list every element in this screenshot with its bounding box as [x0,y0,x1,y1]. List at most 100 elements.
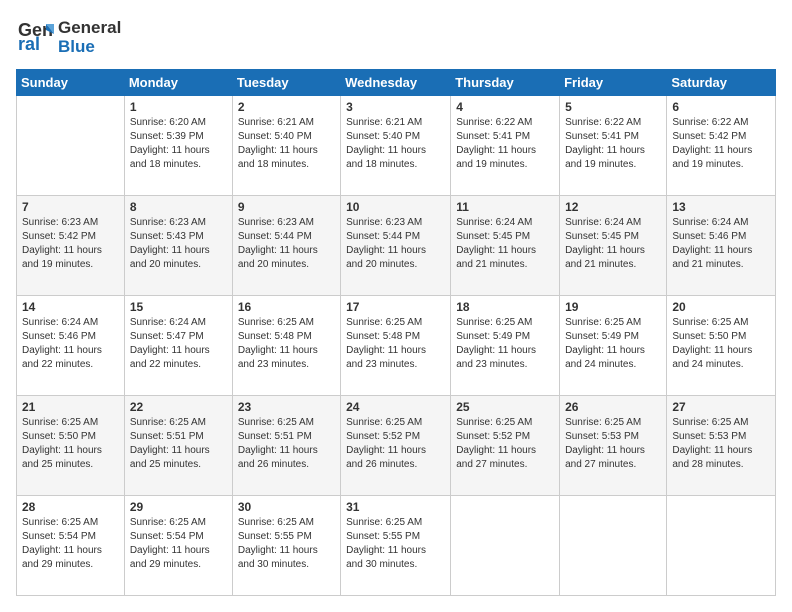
day-detail: Sunrise: 6:24 AM Sunset: 5:46 PM Dayligh… [22,316,119,372]
day-number: 13 [672,200,770,214]
day-detail: Sunrise: 6:25 AM Sunset: 5:49 PM Dayligh… [456,316,554,372]
day-cell: 18Sunrise: 6:25 AM Sunset: 5:49 PM Dayli… [451,296,560,396]
day-cell: 31 Sunrise: 6:25 AM Sunset: 5:55 PM Dayli… [341,496,451,596]
day-cell: 3 Sunrise: 6:21 AM Sunset: 5:40 PM Daylig… [341,96,451,196]
day-cell: 22 Sunrise: 6:25 AM Sunset: 5:51 PM Dayli… [124,396,232,496]
day-number: 31 [346,500,445,514]
day-cell: 27 Sunrise: 6:25 AM Sunset: 5:53 PM Dayli… [667,396,776,496]
day-detail: Sunrise: 6:25 AM Sunset: 5:48 PM Dayligh… [346,316,445,372]
day-cell: 6Sunrise: 6:22 AM Sunset: 5:42 PM Daylig… [667,96,776,196]
day-detail: Sunrise: 6:24 AM Sunset: 5:46 PM Dayligh… [672,216,770,272]
day-cell: 10Sunrise: 6:23 AM Sunset: 5:44 PM Dayli… [341,196,451,296]
day-cell: 25Sunrise: 6:25 AM Sunset: 5:52 PM Dayli… [451,396,560,496]
week-row: 14 Sunrise: 6:24 AM Sunset: 5:46 PM Dayli… [17,296,776,396]
day-number: 1 [130,100,227,114]
page: Gene ral General Blue SundayMondayTuesda… [0,0,792,612]
day-cell: 26 Sunrise: 6:25 AM Sunset: 5:53 PM Dayli… [560,396,667,496]
day-detail: Sunrise: 6:20 AM Sunset: 5:39 PM Dayligh… [130,116,227,172]
day-detail: Sunrise: 6:25 AM Sunset: 5:53 PM Dayligh… [565,416,661,472]
day-detail: Sunrise: 6:25 AM Sunset: 5:54 PM Dayligh… [22,516,119,572]
day-detail: Sunrise: 6:21 AM Sunset: 5:40 PM Dayligh… [346,116,445,172]
day-detail: Sunrise: 6:23 AM Sunset: 5:44 PM Dayligh… [346,216,445,272]
day-detail: Sunrise: 6:22 AM Sunset: 5:41 PM Dayligh… [456,116,554,172]
day-detail: Sunrise: 6:25 AM Sunset: 5:52 PM Dayligh… [346,416,445,472]
day-cell: 15 Sunrise: 6:24 AM Sunset: 5:47 PM Dayli… [124,296,232,396]
day-cell: 2Sunrise: 6:21 AM Sunset: 5:40 PM Daylig… [232,96,340,196]
header: Gene ral General Blue [16,16,776,59]
day-number: 12 [565,200,661,214]
day-number: 15 [130,300,227,314]
col-header-tuesday: Tuesday [232,70,340,96]
day-detail: Sunrise: 6:24 AM Sunset: 5:45 PM Dayligh… [565,216,661,272]
day-detail: Sunrise: 6:25 AM Sunset: 5:48 PM Dayligh… [238,316,335,372]
svg-text:ral: ral [18,34,40,54]
week-row: 21Sunrise: 6:25 AM Sunset: 5:50 PM Dayli… [17,396,776,496]
day-detail: Sunrise: 6:24 AM Sunset: 5:45 PM Dayligh… [456,216,554,272]
day-cell: 1 Sunrise: 6:20 AM Sunset: 5:39 PM Daylig… [124,96,232,196]
day-detail: Sunrise: 6:25 AM Sunset: 5:52 PM Dayligh… [456,416,554,472]
day-cell: 30 Sunrise: 6:25 AM Sunset: 5:55 PM Dayli… [232,496,340,596]
day-number: 11 [456,200,554,214]
day-cell: 13 Sunrise: 6:24 AM Sunset: 5:46 PM Dayli… [667,196,776,296]
day-detail: Sunrise: 6:25 AM Sunset: 5:55 PM Dayligh… [346,516,445,572]
day-detail: Sunrise: 6:23 AM Sunset: 5:43 PM Dayligh… [130,216,227,272]
col-header-wednesday: Wednesday [341,70,451,96]
logo-blue: Blue [58,38,121,57]
day-number: 14 [22,300,119,314]
day-detail: Sunrise: 6:23 AM Sunset: 5:44 PM Dayligh… [238,216,335,272]
day-detail: Sunrise: 6:25 AM Sunset: 5:53 PM Dayligh… [672,416,770,472]
day-detail: Sunrise: 6:25 AM Sunset: 5:49 PM Dayligh… [565,316,661,372]
day-detail: Sunrise: 6:24 AM Sunset: 5:47 PM Dayligh… [130,316,227,372]
day-cell: 4 Sunrise: 6:22 AM Sunset: 5:41 PM Daylig… [451,96,560,196]
day-number: 21 [22,400,119,414]
day-cell [560,496,667,596]
day-cell: 21Sunrise: 6:25 AM Sunset: 5:50 PM Dayli… [17,396,125,496]
day-number: 20 [672,300,770,314]
calendar-table: SundayMondayTuesdayWednesdayThursdayFrid… [16,69,776,596]
day-detail: Sunrise: 6:25 AM Sunset: 5:50 PM Dayligh… [672,316,770,372]
day-number: 4 [456,100,554,114]
day-cell: 28Sunrise: 6:25 AM Sunset: 5:54 PM Dayli… [17,496,125,596]
day-cell: 14 Sunrise: 6:24 AM Sunset: 5:46 PM Dayli… [17,296,125,396]
day-detail: Sunrise: 6:25 AM Sunset: 5:54 PM Dayligh… [130,516,227,572]
day-cell: 11 Sunrise: 6:24 AM Sunset: 5:45 PM Dayli… [451,196,560,296]
day-number: 26 [565,400,661,414]
day-cell: 12 Sunrise: 6:24 AM Sunset: 5:45 PM Dayli… [560,196,667,296]
day-cell: 29 Sunrise: 6:25 AM Sunset: 5:54 PM Dayli… [124,496,232,596]
day-cell: 23Sunrise: 6:25 AM Sunset: 5:51 PM Dayli… [232,396,340,496]
week-row: 28Sunrise: 6:25 AM Sunset: 5:54 PM Dayli… [17,496,776,596]
day-detail: Sunrise: 6:25 AM Sunset: 5:55 PM Dayligh… [238,516,335,572]
day-number: 8 [130,200,227,214]
day-number: 7 [22,200,119,214]
calendar-header-row: SundayMondayTuesdayWednesdayThursdayFrid… [17,70,776,96]
logo-icon: Gene ral [16,16,54,54]
week-row: 7 Sunrise: 6:23 AM Sunset: 5:42 PM Daylig… [17,196,776,296]
day-detail: Sunrise: 6:25 AM Sunset: 5:51 PM Dayligh… [130,416,227,472]
day-number: 17 [346,300,445,314]
col-header-friday: Friday [560,70,667,96]
col-header-monday: Monday [124,70,232,96]
day-detail: Sunrise: 6:22 AM Sunset: 5:41 PM Dayligh… [565,116,661,172]
day-number: 29 [130,500,227,514]
day-number: 9 [238,200,335,214]
day-number: 16 [238,300,335,314]
day-detail: Sunrise: 6:25 AM Sunset: 5:51 PM Dayligh… [238,416,335,472]
logo-general: General [58,19,121,38]
day-cell [667,496,776,596]
day-cell: 9 Sunrise: 6:23 AM Sunset: 5:44 PM Daylig… [232,196,340,296]
day-cell: 20 Sunrise: 6:25 AM Sunset: 5:50 PM Dayli… [667,296,776,396]
day-cell: 24Sunrise: 6:25 AM Sunset: 5:52 PM Dayli… [341,396,451,496]
day-detail: Sunrise: 6:23 AM Sunset: 5:42 PM Dayligh… [22,216,119,272]
day-cell: 19Sunrise: 6:25 AM Sunset: 5:49 PM Dayli… [560,296,667,396]
day-cell [17,96,125,196]
day-cell: 8 Sunrise: 6:23 AM Sunset: 5:43 PM Daylig… [124,196,232,296]
col-header-thursday: Thursday [451,70,560,96]
col-header-sunday: Sunday [17,70,125,96]
day-number: 30 [238,500,335,514]
day-number: 27 [672,400,770,414]
col-header-saturday: Saturday [667,70,776,96]
day-cell: 17 Sunrise: 6:25 AM Sunset: 5:48 PM Dayli… [341,296,451,396]
day-number: 3 [346,100,445,114]
day-detail: Sunrise: 6:22 AM Sunset: 5:42 PM Dayligh… [672,116,770,172]
day-number: 22 [130,400,227,414]
